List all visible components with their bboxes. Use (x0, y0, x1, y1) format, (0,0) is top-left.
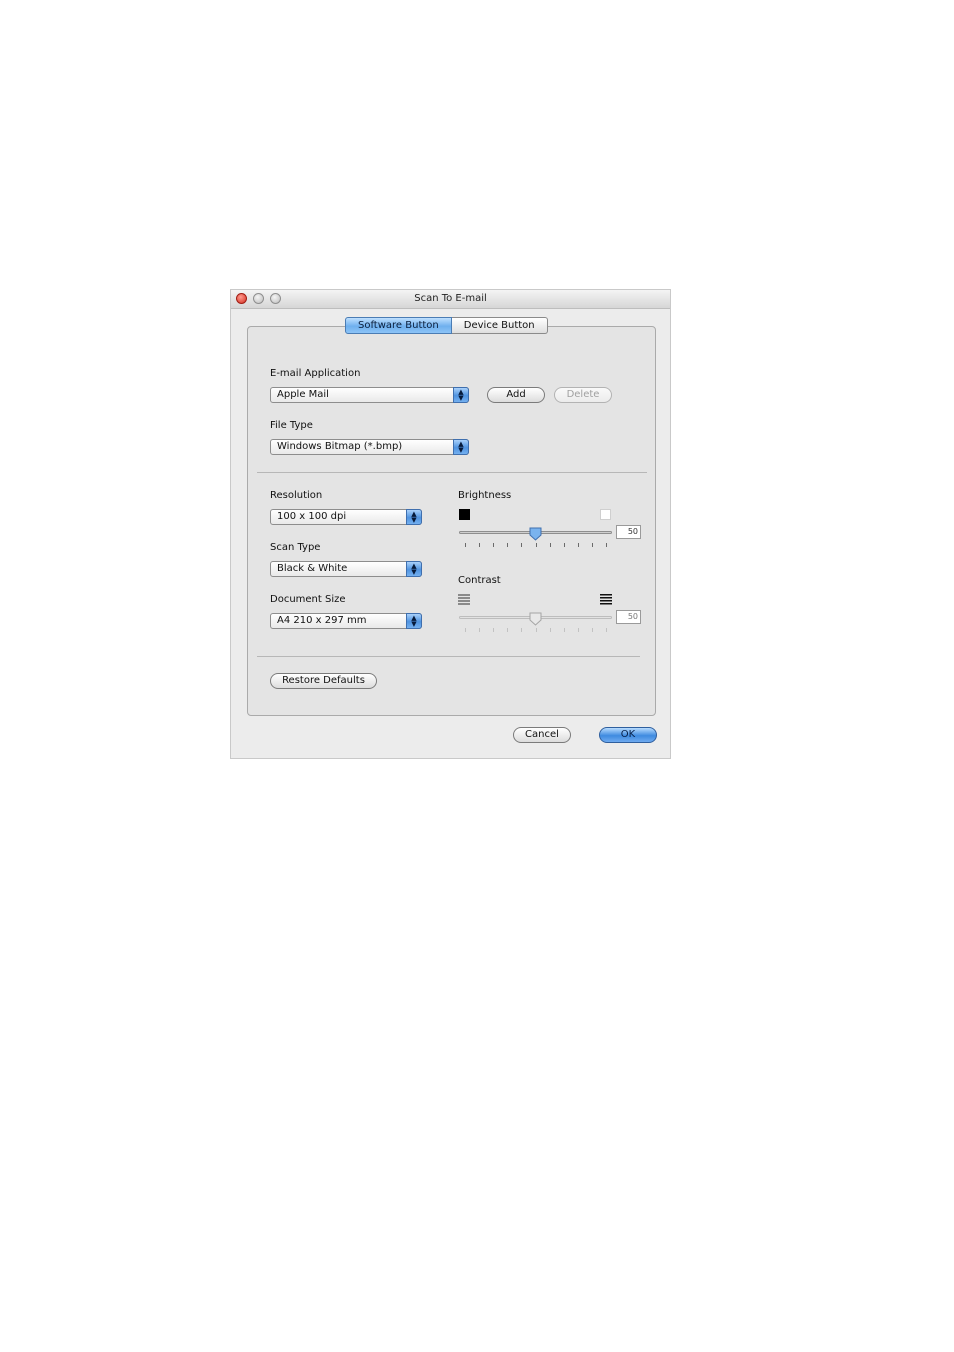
document-size-label: Document Size (270, 594, 346, 605)
slider-tick (549, 543, 551, 547)
tab-software-button[interactable]: Software Button (345, 317, 452, 334)
high-contrast-icon (600, 594, 612, 605)
contrast-slider-thumb[interactable] (529, 612, 542, 626)
slider-tick (535, 543, 537, 547)
slider-tick (563, 628, 565, 632)
separator (257, 472, 647, 473)
slider-tick (549, 628, 551, 632)
tab-device-button[interactable]: Device Button (451, 317, 548, 334)
slider-tick (479, 628, 481, 632)
window-title: Scan To E-mail (414, 293, 487, 304)
slider-tick (577, 543, 579, 547)
contrast-value-field[interactable]: 50 (616, 610, 641, 624)
add-button[interactable]: Add (487, 387, 545, 403)
brightness-slider-thumb[interactable] (529, 527, 542, 541)
contrast-label: Contrast (458, 575, 501, 586)
popup-arrows-icon: ▲ ▼ (453, 439, 469, 455)
delete-button[interactable]: Delete (554, 387, 612, 403)
slider-tick (606, 628, 607, 632)
slider-tick (563, 543, 565, 547)
scan-type-popup[interactable]: Black & White ▲ ▼ (270, 561, 422, 577)
slider-tick (479, 543, 481, 547)
dark-square-icon (459, 509, 470, 520)
document-size-popup[interactable]: A4 210 x 297 mm ▲ ▼ (270, 613, 422, 629)
separator (257, 656, 640, 657)
settings-panel: E-mail Application Apple Mail ▲ ▼ Add Del… (247, 326, 656, 716)
slider-tick (521, 543, 523, 547)
scan-type-label: Scan Type (270, 542, 321, 553)
cancel-button[interactable]: Cancel (513, 727, 571, 743)
brightness-value-field[interactable]: 50 (616, 525, 641, 539)
slider-tick (591, 628, 593, 632)
slider-tick (577, 628, 579, 632)
scan-type-value: Black & White (277, 563, 348, 574)
file-type-label: File Type (270, 420, 313, 431)
email-application-label: E-mail Application (270, 368, 361, 379)
popup-arrows-icon: ▲ ▼ (453, 387, 469, 403)
ok-button[interactable]: OK (599, 727, 657, 743)
slider-tick (465, 543, 466, 547)
slider-tick (606, 543, 607, 547)
popup-arrows-icon: ▲ ▼ (406, 561, 422, 577)
document-size-value: A4 210 x 297 mm (277, 615, 367, 626)
restore-defaults-button[interactable]: Restore Defaults (270, 673, 377, 689)
slider-tick (493, 543, 495, 547)
slider-tick (507, 543, 509, 547)
slider-tick (493, 628, 495, 632)
slider-tick (465, 628, 466, 632)
low-contrast-icon (458, 594, 470, 605)
scan-to-email-window: Scan To E-mail Software Button Device Bu… (230, 289, 671, 759)
slider-tick (591, 543, 593, 547)
slider-tick (535, 628, 537, 632)
light-square-icon (600, 509, 611, 520)
tab-bar: Software Button Device Button (345, 317, 548, 334)
email-application-popup[interactable]: Apple Mail ▲ ▼ (270, 387, 469, 403)
file-type-value: Windows Bitmap (*.bmp) (277, 441, 403, 452)
title-bar[interactable]: Scan To E-mail (231, 290, 670, 309)
resolution-label: Resolution (270, 490, 323, 501)
slider-tick (521, 628, 523, 632)
slider-tick (507, 628, 509, 632)
resolution-popup[interactable]: 100 x 100 dpi ▲ ▼ (270, 509, 422, 525)
resolution-value: 100 x 100 dpi (277, 511, 347, 522)
popup-arrows-icon: ▲ ▼ (406, 613, 422, 629)
brightness-label: Brightness (458, 490, 512, 501)
popup-arrows-icon: ▲ ▼ (406, 509, 422, 525)
file-type-popup[interactable]: Windows Bitmap (*.bmp) ▲ ▼ (270, 439, 469, 455)
email-application-value: Apple Mail (277, 389, 329, 400)
